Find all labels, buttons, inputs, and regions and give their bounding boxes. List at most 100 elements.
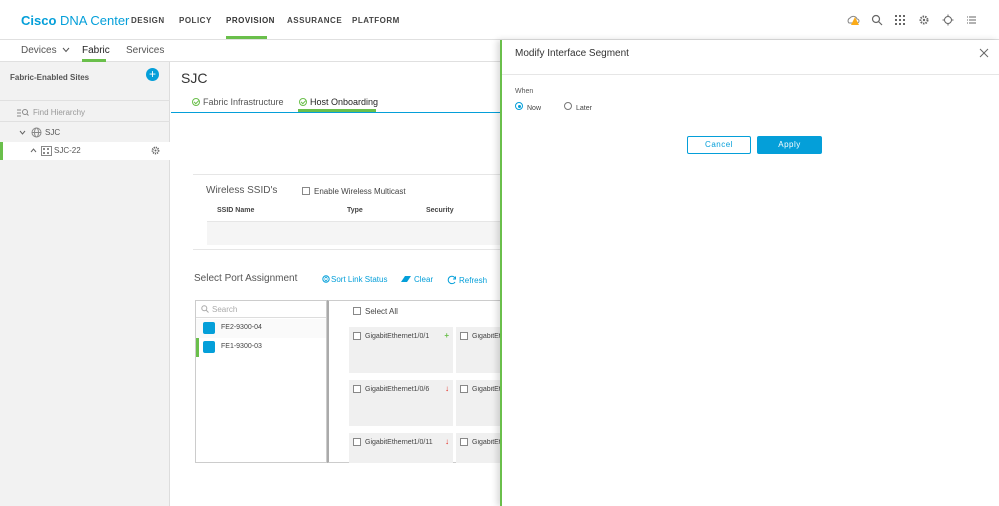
column-ssid-name[interactable]: SSID Name <box>217 207 254 214</box>
tab-active-indicator <box>298 109 376 112</box>
device-search-input[interactable]: Search <box>212 305 237 314</box>
chevron-down-icon <box>62 47 70 53</box>
port-name: GigabitEthernet1/0/1 <box>365 333 430 340</box>
sidebar-title: Fabric-Enabled Sites <box>10 73 90 82</box>
enable-wireless-multicast-checkbox[interactable]: Enable Wireless Multicast <box>302 187 406 196</box>
close-icon[interactable] <box>979 48 989 58</box>
nav-active-indicator <box>226 36 267 39</box>
checkbox[interactable] <box>353 385 361 393</box>
refresh-button[interactable]: Refresh <box>447 275 487 285</box>
switch-icon <box>203 341 215 353</box>
sort-icon <box>322 275 330 283</box>
column-type[interactable]: Type <box>347 207 363 214</box>
chevron-up-icon[interactable] <box>30 148 37 153</box>
page-title: SJC <box>181 70 208 86</box>
divider <box>502 74 999 75</box>
device-list-panel: Search FE2-9300-04 FE1-9300-03 <box>195 300 327 463</box>
device-item-fe2-9300-04[interactable]: FE2-9300-04 <box>196 319 326 338</box>
port-name: GigabitEth <box>472 386 500 393</box>
eraser-icon <box>401 276 411 282</box>
check-circle-icon <box>192 98 200 106</box>
tab-bar: Fabric Infrastructure Host Onboarding <box>171 92 500 113</box>
wireless-ssid-title: Wireless SSID's <box>206 185 278 196</box>
port-card[interactable]: GigabitEth <box>456 380 502 426</box>
main-content: SJC Fabric Infrastructure Host Onboardin… <box>171 62 502 506</box>
tree-item-label: SJC-22 <box>54 146 81 155</box>
port-name: GigabitEthernet1/0/11 <box>365 439 433 446</box>
subnav-devices[interactable]: Devices <box>21 45 70 56</box>
sort-link-status-button[interactable]: Sort Link Status <box>322 275 387 284</box>
cancel-button[interactable]: Cancel <box>687 136 751 154</box>
device-item-fe1-9300-03[interactable]: FE1-9300-03 <box>196 338 326 357</box>
tree-item-sjc-22[interactable]: SJC-22 <box>0 142 170 160</box>
link-up-icon: + <box>444 331 449 340</box>
modify-interface-segment-panel: Modify Interface Segment When Now Later … <box>500 40 999 506</box>
search-icon[interactable] <box>871 14 883 26</box>
switch-icon <box>203 322 215 334</box>
radio-now-label[interactable]: Now <box>527 105 541 112</box>
tree-item-sjc[interactable]: SJC <box>0 124 170 142</box>
nav-policy[interactable]: POLICY <box>179 16 212 25</box>
wireless-ssid-panel: Wireless SSID's Enable Wireless Multicas… <box>193 174 500 250</box>
building-icon <box>41 146 52 156</box>
nav-provision[interactable]: PROVISION <box>226 16 275 25</box>
alert-icon[interactable] <box>846 14 860 26</box>
sites-sidebar: Fabric-Enabled Sites + Find Hierarchy SJ… <box>0 62 170 506</box>
tree-item-label: SJC <box>45 128 61 137</box>
clear-button[interactable]: Clear <box>400 275 433 284</box>
hierarchy-search[interactable]: Find Hierarchy <box>0 100 170 122</box>
select-all-checkbox[interactable]: Select All <box>353 307 398 316</box>
device-name: FE1-9300-03 <box>221 343 262 350</box>
tab-host-onboarding[interactable]: Host Onboarding <box>299 97 378 107</box>
ports-panel: Select All GigabitEthernet1/0/1 + Gigabi… <box>327 300 502 463</box>
checkbox[interactable] <box>460 438 468 446</box>
search-icon <box>201 305 209 313</box>
check-circle-icon <box>299 98 307 106</box>
port-name: GigabitEthernet1/0/6 <box>365 386 430 393</box>
ssid-table-empty-row <box>207 221 500 245</box>
radio-later-label[interactable]: Later <box>576 105 592 112</box>
port-card[interactable]: GigabitEthernet1/0/6 ↓ <box>349 380 453 426</box>
checkbox[interactable] <box>460 385 468 393</box>
checkbox[interactable] <box>353 307 361 315</box>
top-navigation-bar: Cisco DNA Center DESIGN POLICY PROVISION… <box>0 0 999 40</box>
add-site-button[interactable]: + <box>146 68 159 81</box>
link-down-icon: ↓ <box>445 437 449 446</box>
sub-navigation: Devices Fabric Services <box>0 40 500 62</box>
port-card[interactable]: GigabitEthernet1/0/1 + <box>349 327 453 373</box>
gear-icon[interactable] <box>151 146 160 155</box>
radio-later[interactable] <box>564 102 572 110</box>
column-security[interactable]: Security <box>426 207 454 214</box>
nav-design[interactable]: DESIGN <box>131 16 165 25</box>
checkbox[interactable] <box>353 438 361 446</box>
port-card[interactable]: GigabitEth <box>456 327 502 373</box>
port-card[interactable]: GigabitEth <box>456 433 502 463</box>
apps-grid-icon[interactable] <box>894 14 906 26</box>
port-card[interactable]: GigabitEthernet1/0/11 ↓ <box>349 433 453 463</box>
checkbox[interactable] <box>302 187 310 195</box>
nav-assurance[interactable]: ASSURANCE <box>287 16 342 25</box>
checkbox[interactable] <box>353 332 361 340</box>
device-name: FE2-9300-04 <box>221 324 262 331</box>
chevron-down-icon[interactable] <box>19 130 26 135</box>
checkbox[interactable] <box>460 332 468 340</box>
apply-button[interactable]: Apply <box>757 136 822 154</box>
tab-fabric-infrastructure[interactable]: Fabric Infrastructure <box>192 97 284 107</box>
subnav-fabric[interactable]: Fabric <box>82 45 110 56</box>
nav-platform[interactable]: PLATFORM <box>352 16 400 25</box>
modal-title: Modify Interface Segment <box>515 48 629 59</box>
crosshair-icon[interactable] <box>942 14 954 26</box>
radio-now[interactable] <box>515 102 523 110</box>
port-name: GigabitEth <box>472 333 500 340</box>
subnav-services[interactable]: Services <box>126 45 164 56</box>
gear-icon[interactable] <box>918 14 930 26</box>
device-search[interactable]: Search <box>196 301 326 318</box>
filter-search-icon <box>17 109 29 117</box>
list-icon[interactable] <box>966 14 978 26</box>
port-name: GigabitEth <box>472 439 500 446</box>
refresh-icon <box>447 275 456 285</box>
app-logo[interactable]: Cisco DNA Center <box>21 13 129 28</box>
globe-icon <box>31 127 42 138</box>
port-assignment-title: Select Port Assignment <box>194 273 298 284</box>
hierarchy-search-input[interactable]: Find Hierarchy <box>33 108 85 117</box>
